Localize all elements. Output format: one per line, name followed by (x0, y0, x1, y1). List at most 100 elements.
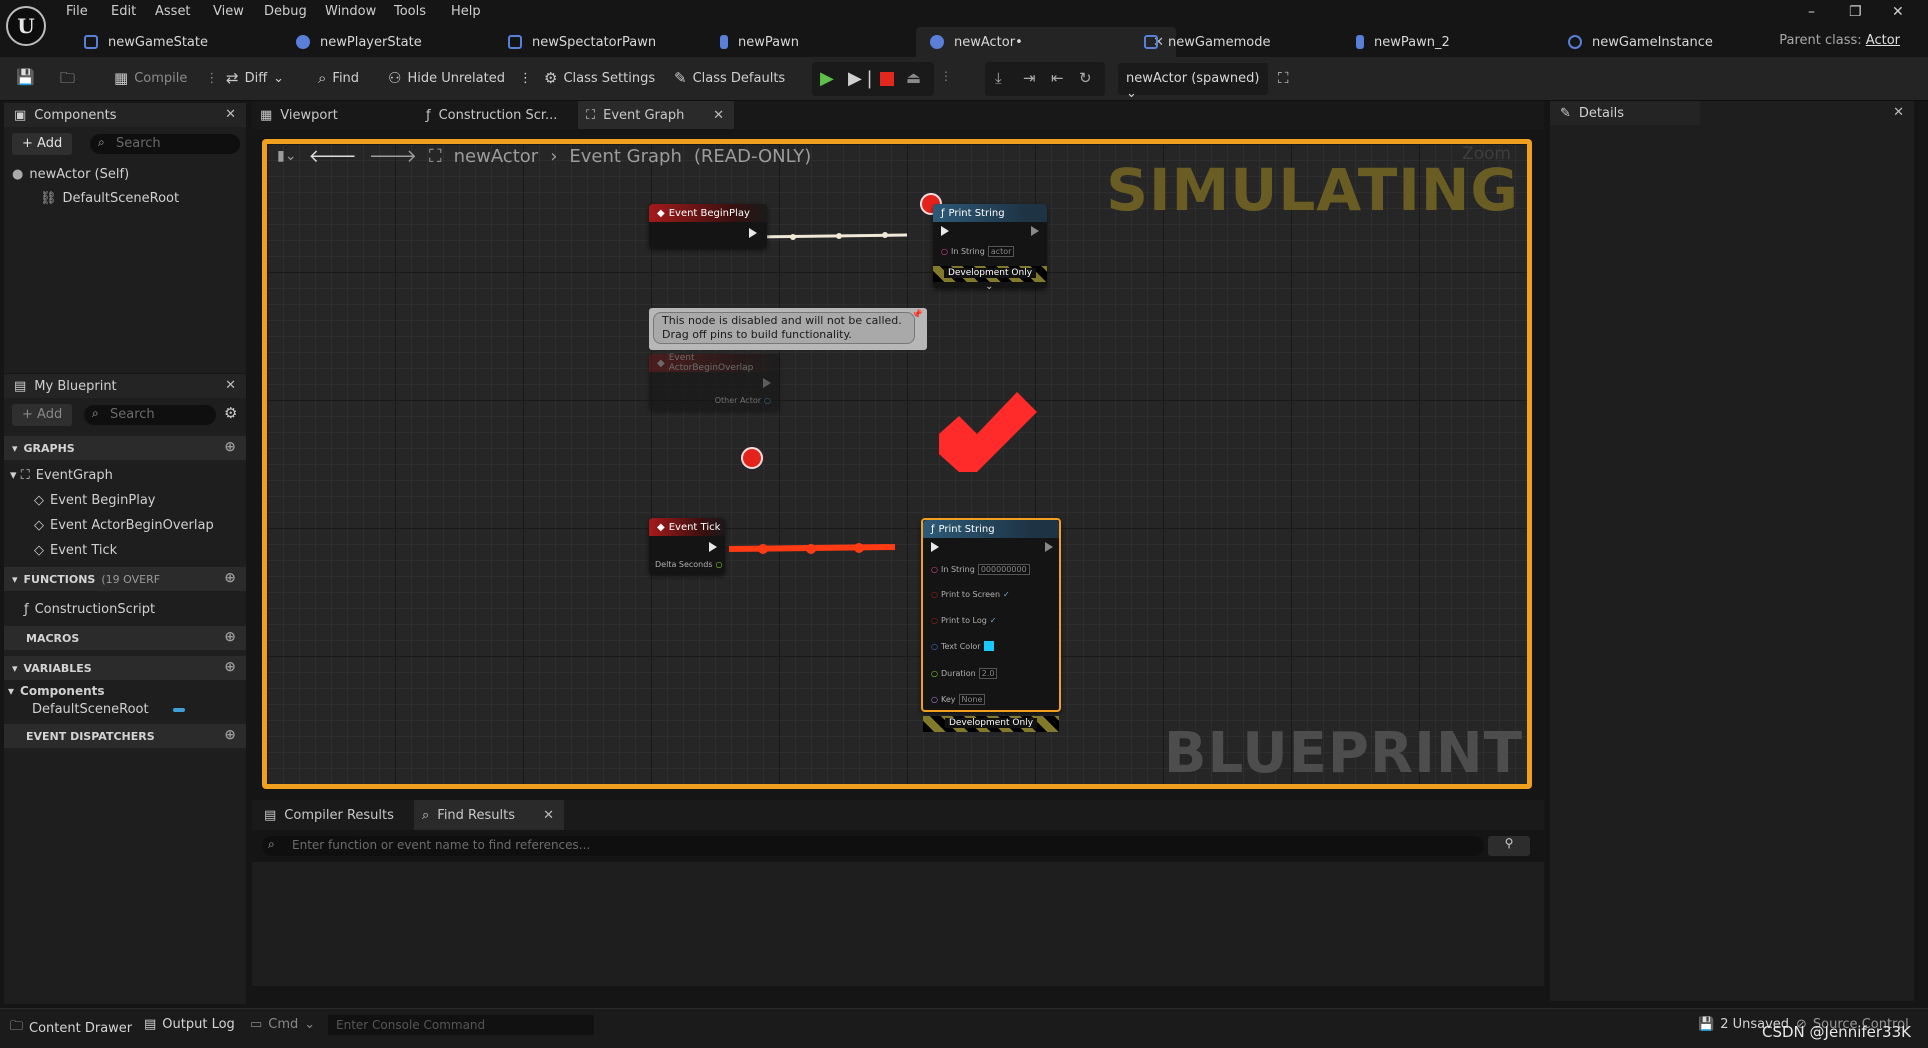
step-out-icon[interactable]: ⇤ (1051, 69, 1064, 87)
step-over-icon[interactable]: ⇥ (1023, 69, 1036, 87)
menu-asset[interactable]: Asset (155, 4, 191, 19)
tree-event-tick[interactable]: ◇ Event Tick (34, 543, 117, 558)
gear-icon[interactable]: ⚙ (224, 404, 237, 422)
component-self[interactable]: ● newActor (Self) (12, 167, 129, 182)
expand-chevron-icon[interactable]: ⌄ (985, 281, 993, 292)
output-log-button[interactable]: ▤ Output Log (144, 1017, 235, 1032)
play-options-icon[interactable]: ⋮ (940, 69, 952, 83)
menu-file[interactable]: File (66, 4, 88, 19)
class-settings-button[interactable]: ⚙ Class Settings (544, 69, 655, 87)
exec-out-pin[interactable] (709, 542, 717, 552)
doc-tab-newgameinstance[interactable]: newGameInstance (1554, 27, 1754, 57)
diff-button[interactable]: ⇄ Diff ⌄ (226, 69, 284, 87)
exec-out-pin[interactable] (1045, 542, 1053, 552)
event-dispatchers-section[interactable]: EVENT DISPATCHERS ⊕ (4, 724, 246, 748)
close-window-button[interactable]: ✕ (1892, 4, 1904, 20)
exec-in-pin[interactable] (941, 226, 949, 236)
add-macro-icon[interactable]: ⊕ (224, 629, 236, 645)
doc-tab-newpawn-2[interactable]: newPawn_2 (1342, 27, 1542, 57)
in-string-value[interactable]: actor (987, 246, 1015, 257)
exec-out-pin[interactable] (763, 378, 771, 388)
step-icon[interactable]: ▶❘ (848, 68, 877, 89)
parent-class-link[interactable]: Actor (1866, 33, 1900, 48)
unreal-logo-icon[interactable]: U (6, 6, 46, 46)
step-into-icon[interactable]: ⤓ (995, 69, 1002, 87)
doc-tab-newgamemode[interactable]: newGamemode (1130, 27, 1330, 57)
find-references-input[interactable]: Enter function or event name to find ref… (262, 836, 1484, 856)
tree-event-beginplay[interactable]: ◇ Event BeginPlay (34, 493, 156, 508)
add-dispatcher-icon[interactable]: ⊕ (224, 727, 236, 743)
compile-button[interactable]: ▦ Compile ⋮ (114, 69, 218, 87)
resume-icon[interactable]: ↻ (1079, 69, 1092, 87)
doc-tab-newplayerstate[interactable]: newPlayerState (282, 27, 482, 57)
node-print-string-1[interactable]: ƒ Print String ○ In String actor Developmen… (933, 204, 1047, 292)
tree-event-graph[interactable]: ▾ ⛶ EventGraph (10, 468, 113, 483)
class-defaults-button[interactable]: ✎ Class Defaults (674, 69, 785, 87)
doc-tab-newgamestate[interactable]: newGameState (70, 27, 270, 57)
close-icon[interactable]: ✕ (543, 808, 554, 823)
exec-in-pin[interactable] (931, 542, 939, 552)
cmd-select[interactable]: ▭ Cmd ⌄ (250, 1017, 315, 1032)
minimize-button[interactable]: – (1808, 4, 1815, 20)
doc-tab-newspectatorpawn[interactable]: newSpectatorPawn (494, 27, 694, 57)
close-icon[interactable]: ✕ (713, 108, 724, 123)
tree-var-default-scene-root[interactable]: DefaultSceneRoot (32, 702, 185, 717)
hide-unrelated-button[interactable]: ⚇ Hide Unrelated ⋮ (388, 69, 532, 87)
menu-help[interactable]: Help (451, 4, 481, 19)
restore-button[interactable]: ❐ (1849, 4, 1862, 20)
pin-in-string[interactable]: ○ In String actor (941, 246, 1015, 257)
browse-icon[interactable]: 🗀 (60, 68, 75, 93)
pin-key[interactable]: ○ Key None (931, 694, 986, 705)
tab-find-results[interactable]: ⌕ Find Results ✕ (414, 800, 564, 830)
menu-edit[interactable]: Edit (111, 4, 136, 19)
color-swatch[interactable] (983, 641, 994, 651)
close-icon[interactable]: ✕ (1893, 105, 1904, 120)
node-event-tick[interactable]: ◆ Event Tick Delta Seconds ○ (649, 518, 725, 574)
save-icon[interactable]: 💾 (16, 68, 35, 86)
close-icon[interactable]: ✕ (225, 378, 236, 393)
add-function-icon[interactable]: ⊕ (224, 570, 236, 586)
exec-out-pin[interactable] (749, 228, 757, 238)
component-default-scene-root[interactable]: ⛓ DefaultSceneRoot (40, 191, 179, 206)
add-graph-icon[interactable]: ⊕ (224, 439, 236, 455)
select-actor-icon[interactable]: ⛶ (1278, 69, 1289, 87)
event-graph-canvas[interactable]: ▮⌄ 🡐 🡒 ⛶ newActor › Event Graph (READ-ON… (262, 139, 1532, 789)
menu-tools[interactable]: Tools (394, 4, 426, 19)
checkbox-checked-icon[interactable]: ✓ (1003, 590, 1010, 599)
blueprint-search-input[interactable]: Search (84, 405, 216, 425)
menu-window[interactable]: Window (325, 4, 376, 19)
duration-value[interactable]: 2.0 (978, 668, 998, 679)
graphs-section[interactable]: ▾ GRAPHS ⊕ (4, 436, 246, 460)
console-command-input[interactable]: Enter Console Command (328, 1015, 594, 1035)
pin-comment-icon[interactable]: 📌 (912, 310, 923, 320)
find-button[interactable]: ⌕ Find (318, 69, 359, 87)
tree-components-group[interactable]: ▾ Components (8, 684, 105, 698)
close-icon[interactable]: ✕ (225, 107, 236, 122)
node-event-actorbeginoverlap[interactable]: ◆ Event ActorBeginOverlap Other Actor ○ (649, 353, 779, 410)
tab-viewport[interactable]: ▦ Viewport (252, 101, 412, 129)
menu-debug[interactable]: Debug (264, 4, 307, 19)
functions-section[interactable]: ▾ FUNCTIONS (19 OVERF ⊕ (4, 567, 246, 591)
key-value[interactable]: None (958, 694, 986, 705)
node-event-beginplay[interactable]: ◆ Event BeginPlay (649, 204, 767, 248)
menu-view[interactable]: View (213, 4, 244, 19)
content-drawer-button[interactable]: 🗀 Content Drawer (10, 1017, 132, 1039)
breakpoint-icon[interactable] (741, 447, 763, 469)
components-search-input[interactable]: Search (90, 134, 240, 154)
add-variable-icon[interactable]: ⊕ (224, 659, 236, 675)
variables-section[interactable]: ▾ VARIABLES ⊕ (4, 656, 246, 680)
add-component-button[interactable]: + Add (12, 133, 73, 155)
play-icon[interactable]: ▶ (820, 68, 834, 89)
pin-delta-seconds[interactable]: Delta Seconds ○ (655, 560, 722, 569)
checkbox-checked-icon[interactable]: ✓ (990, 616, 997, 625)
debug-object-select[interactable]: newActor (spawned) ⌄ (1118, 63, 1268, 101)
macros-section[interactable]: MACROS ⊕ (4, 626, 246, 650)
tree-event-actorbeginoverlap[interactable]: ◇ Event ActorBeginOverlap (34, 518, 214, 533)
doc-tab-newpawn[interactable]: newPawn (706, 27, 906, 57)
find-in-all-blueprints-button[interactable]: ⚲ (1488, 836, 1530, 856)
exec-out-pin[interactable] (1031, 226, 1039, 236)
eject-icon[interactable]: ⏏ (906, 68, 921, 87)
in-string-value[interactable]: 000000000 (977, 564, 1030, 575)
tree-construction-script[interactable]: ƒ ConstructionScript (24, 602, 155, 617)
pin-text-color[interactable]: ○ Text Color (931, 641, 994, 651)
